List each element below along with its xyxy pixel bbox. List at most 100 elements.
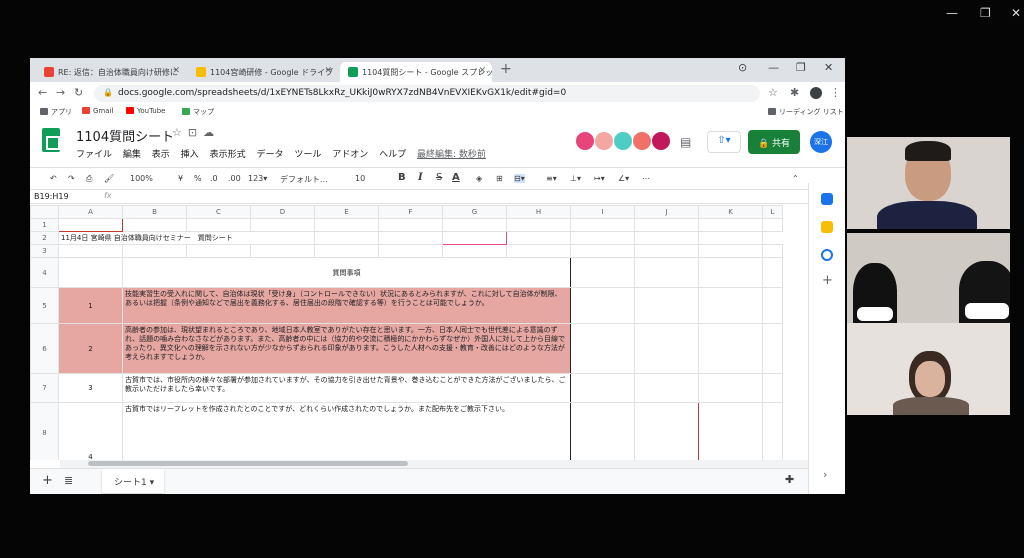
text-rotation-icon[interactable]: ∠▾ [618,174,629,183]
reload-icon[interactable]: ↻ [74,86,83,99]
text-color-button[interactable]: A [452,172,460,183]
star-icon[interactable]: ☆ [172,126,188,139]
forward-icon[interactable]: → [56,86,65,99]
percent-button[interactable]: % [194,174,202,183]
cell[interactable] [762,373,783,403]
minimize-icon[interactable]: — [768,61,779,74]
column-header[interactable]: E [314,205,379,219]
cell[interactable] [186,218,251,232]
question-text-cell[interactable]: 高齢者の参加は、現状望まれるところであり、地域日本人教室でありがたい存在と思いま… [122,323,571,374]
column-header[interactable]: B [122,205,187,219]
zoom-select[interactable]: 100% [130,174,153,183]
menu-dots-icon[interactable]: ⋮ [830,86,841,99]
menu-format[interactable]: 表示形式 [210,150,246,160]
cell[interactable] [122,218,187,232]
cell[interactable] [250,244,315,258]
tab-drive[interactable]: 1104宮崎研修 - Google ドライブ ✕ [188,62,338,82]
column-header[interactable]: G [442,205,507,219]
wrap-text-icon[interactable]: ↦▾ [594,174,605,183]
tab-gmail[interactable]: RE: 返信：自治体職員向け研修に ✕ [36,62,186,82]
more-options-icon[interactable]: ⋯ [642,174,650,183]
question-number-cell[interactable]: 3 [58,373,123,403]
column-header[interactable]: H [506,205,571,219]
cell[interactable] [506,244,571,258]
question-number-cell[interactable]: 2 [58,323,123,374]
paint-format-icon[interactable]: 🖌 [104,174,114,183]
cell[interactable] [634,218,699,232]
cell[interactable] [570,244,635,258]
menu-addons[interactable]: アドオン [332,150,368,160]
cell[interactable] [570,373,635,403]
cell[interactable] [634,244,699,258]
sheet-title-cell[interactable]: 11月4日 宮崎県 自治体職員向けセミナー 質問シート [58,231,315,245]
cell[interactable] [762,323,783,374]
calendar-icon[interactable] [821,193,833,205]
close-icon[interactable]: ✕ [824,61,833,74]
borders-icon[interactable]: ⊞ [496,174,503,183]
back-icon[interactable]: ← [38,86,47,99]
align-left-icon[interactable]: ≡▾ [546,174,557,183]
cell[interactable] [442,231,507,245]
comment-icon[interactable]: ▤ [680,135,691,149]
user-avatar[interactable]: 深江 [810,131,832,153]
sheet-tab[interactable]: シート1 ▾ [102,469,164,493]
row-header[interactable]: 7 [30,373,59,403]
font-select[interactable]: デフォルト... [280,174,328,185]
cell[interactable] [698,323,763,374]
bookmark-maps[interactable]: マップ [182,107,214,117]
bookmark-youtube[interactable]: YouTube [126,107,165,115]
cell[interactable] [570,218,635,232]
close-tab-icon[interactable]: ✕ [324,66,332,76]
move-folder-icon[interactable]: ⊡ [188,126,203,139]
scrollbar-thumb[interactable] [88,461,408,466]
menu-insert[interactable]: 挿入 [181,150,199,160]
cell[interactable] [634,402,699,460]
row-header[interactable]: 5 [30,287,59,324]
add-sheet-icon[interactable]: + [42,473,53,488]
cloud-status-icon[interactable]: ☁ [203,126,220,139]
undo-icon[interactable]: ↶ [50,174,57,183]
menu-data[interactable]: データ [256,150,283,160]
star-icon[interactable]: ☆ [768,86,778,99]
cell[interactable] [250,218,315,232]
question-number-cell[interactable]: 1 [58,287,123,324]
cell[interactable] [698,373,763,403]
cell[interactable] [762,257,783,288]
share-button[interactable]: 🔒 共有 [748,130,800,154]
corner-cell[interactable] [30,205,59,219]
column-header[interactable]: C [186,205,251,219]
row-header[interactable]: 8 [30,402,59,460]
increase-decimal-button[interactable]: .00 [228,174,241,183]
collaborator-avatar[interactable] [594,131,615,151]
present-button[interactable]: ⇧▾ [707,131,741,153]
column-header[interactable]: J [634,205,699,219]
cell[interactable] [570,402,635,460]
fill-color-icon[interactable]: ◈ [476,174,482,183]
close-icon[interactable]: ✕ [1011,6,1021,20]
all-sheets-icon[interactable]: ≣ [64,474,73,487]
cell[interactable] [122,244,187,258]
row-header[interactable]: 4 [30,257,59,288]
cell[interactable] [506,218,571,232]
font-size-select[interactable]: 10 [355,174,365,183]
cell[interactable] [634,287,699,324]
cell[interactable] [762,402,783,460]
menu-view[interactable]: 表示 [152,150,170,160]
collaborator-avatar[interactable] [632,131,653,151]
tab-sheets[interactable]: 1104質問シート - Google スプレッド ✕ [340,62,492,82]
menu-edit[interactable]: 編集 [123,150,141,160]
strikethrough-button[interactable]: S [436,172,442,183]
question-text-cell[interactable]: 技能実習生の受入れに関して、自治体は現状「受け身」（コントロールできない）状況に… [122,287,571,324]
maximize-icon[interactable]: ❐ [796,61,806,74]
row-header[interactable]: 2 [30,231,59,245]
extensions-icon[interactable]: ✱ [790,86,799,99]
spreadsheet-grid[interactable]: A B C D E F G H I J K L 1 2 11月4日 宮崎県 自治… [30,205,808,460]
column-header[interactable]: K [698,205,763,219]
keep-icon[interactable] [821,221,833,233]
cell[interactable] [442,218,507,232]
question-header-cell[interactable]: 質問事項 [122,257,571,288]
reading-list[interactable]: リーディング リスト [768,107,844,117]
redo-icon[interactable]: ↷ [68,174,75,183]
cell[interactable] [698,231,763,245]
cell[interactable] [634,257,699,288]
